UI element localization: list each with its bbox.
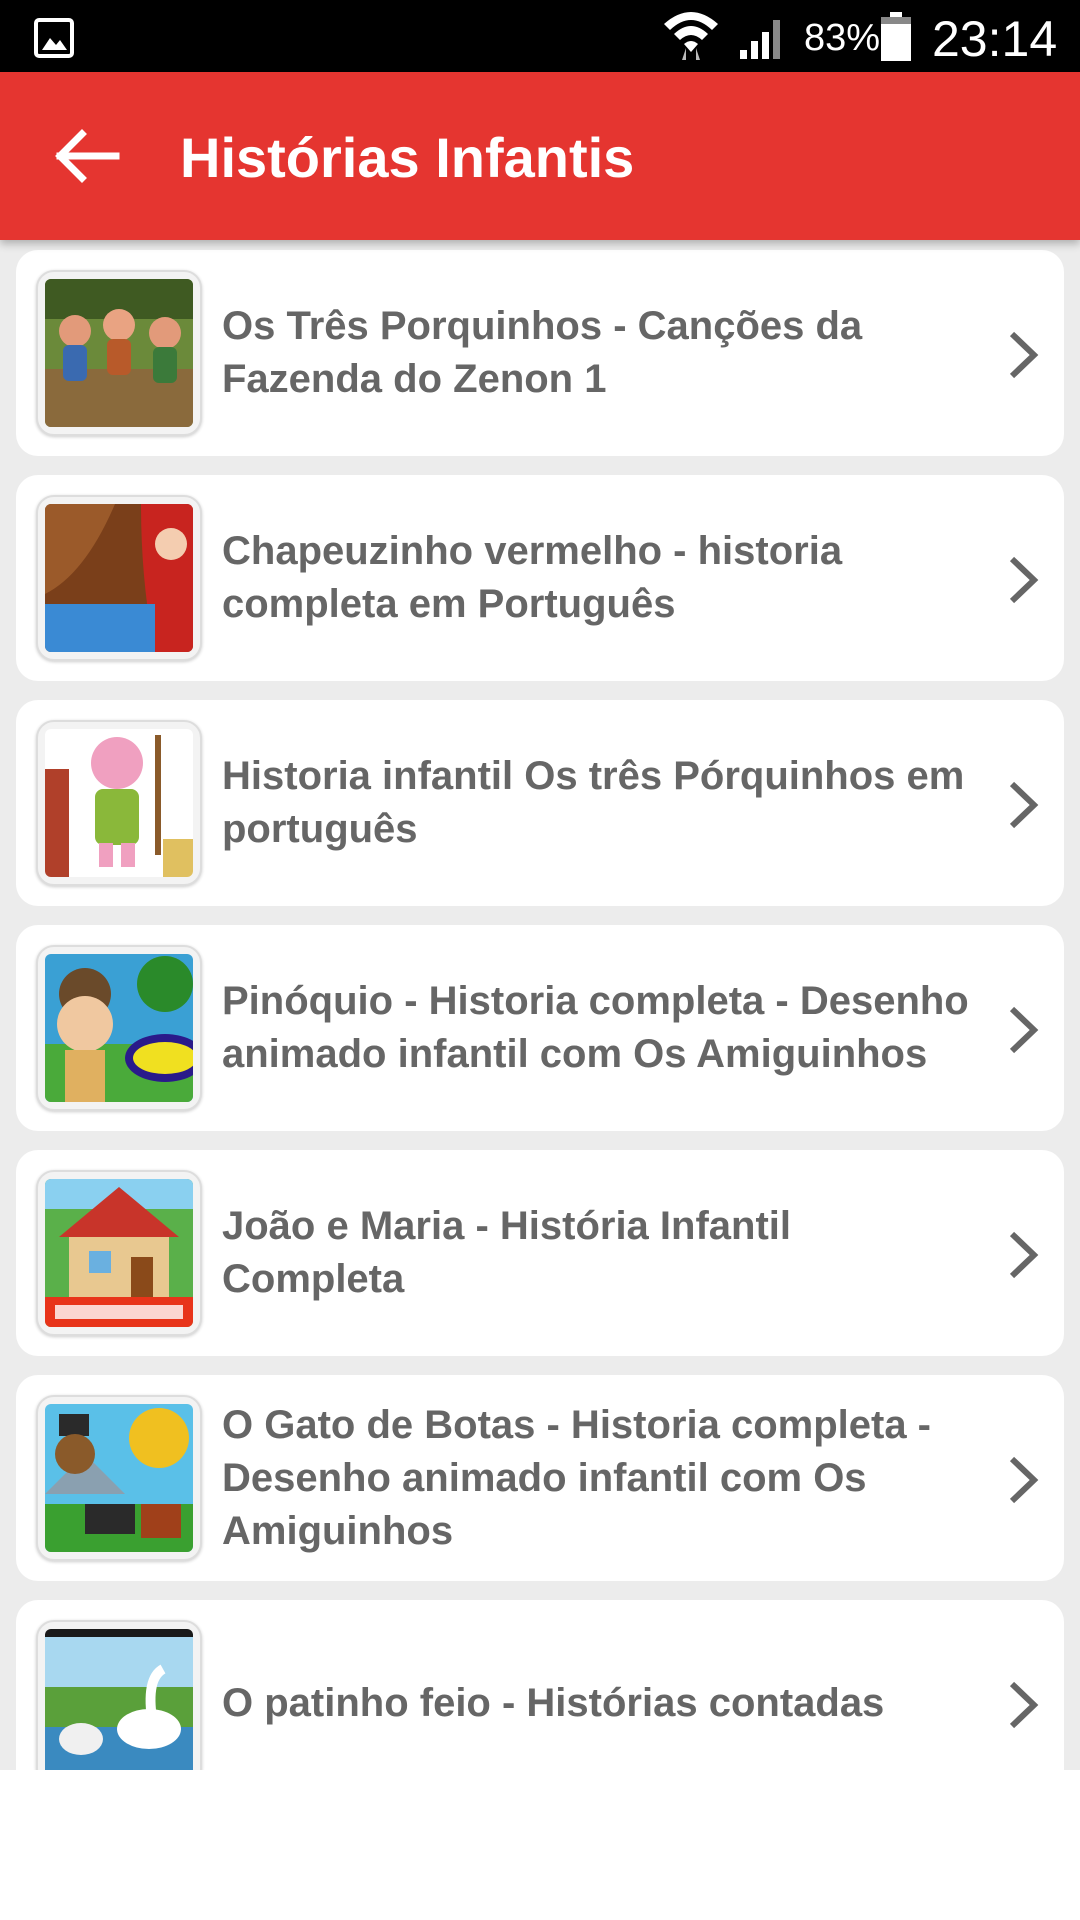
- page-title: Histórias Infantis: [180, 126, 635, 189]
- arrow-back-icon: [55, 129, 120, 183]
- thumbnail: [36, 270, 202, 436]
- thumbnail: [36, 720, 202, 886]
- red-riding-hood-thumbnail: [45, 504, 193, 652]
- wifi-icon: [664, 12, 718, 60]
- story-title: Chapeuzinho vermelho - historia completa…: [222, 529, 843, 626]
- three-pigs-dancing-thumbnail: [45, 279, 193, 427]
- thumbnail: [36, 1620, 202, 1770]
- gallery-icon: [34, 18, 74, 58]
- list-item[interactable]: Chapeuzinho vermelho - historia completa…: [16, 475, 1064, 681]
- battery-percent: 83%: [804, 17, 881, 59]
- puss-in-boots-thumbnail: [45, 1404, 193, 1552]
- thumbnail: [36, 945, 202, 1111]
- hansel-gretel-thumbnail: [45, 1179, 193, 1327]
- story-title: O Gato de Botas - Historia completa - De…: [222, 1402, 932, 1553]
- thumbnail: [36, 1170, 202, 1336]
- list-item[interactable]: Os Três Porquinhos - Canções da Fazenda …: [16, 250, 1064, 456]
- back-button[interactable]: [40, 116, 130, 196]
- story-title: Pinóquio - Historia completa - Desenho a…: [222, 979, 969, 1076]
- list-item[interactable]: João e Maria - História Infantil Complet…: [16, 1150, 1064, 1356]
- pig-farmer-thumbnail: [45, 729, 193, 877]
- battery-icon: [881, 12, 911, 61]
- story-list[interactable]: Os Três Porquinhos - Canções da Fazenda …: [0, 240, 1080, 1770]
- story-title: João e Maria - História Infantil Complet…: [222, 1204, 792, 1301]
- pinocchio-thumbnail: [45, 954, 193, 1102]
- chevron-right-icon: [1009, 1006, 1039, 1054]
- chevron-right-icon: [1009, 1456, 1039, 1504]
- story-title: Historia infantil Os três Pórquinhos em …: [222, 754, 965, 851]
- chevron-right-icon: [1009, 1231, 1039, 1279]
- story-title: O patinho feio - Histórias contadas: [222, 1680, 885, 1725]
- ugly-duckling-thumbnail: [45, 1629, 193, 1770]
- list-item[interactable]: O patinho feio - Histórias contadas: [16, 1600, 1064, 1770]
- story-title: Os Três Porquinhos - Canções da Fazenda …: [222, 304, 863, 401]
- thumbnail: [36, 495, 202, 661]
- thumbnail: [36, 1395, 202, 1561]
- clock: 23:14: [932, 11, 1058, 67]
- list-item[interactable]: Historia infantil Os três Pórquinhos em …: [16, 700, 1064, 906]
- chevron-right-icon: [1009, 556, 1039, 604]
- app-bar: Histórias Infantis: [0, 72, 1080, 240]
- list-item[interactable]: Pinóquio - Historia completa - Desenho a…: [16, 925, 1064, 1131]
- chevron-right-icon: [1009, 1681, 1039, 1729]
- status-bar: 83% 23:14: [0, 0, 1080, 72]
- signal-icon: [740, 20, 780, 59]
- list-item[interactable]: O Gato de Botas - Historia completa - De…: [16, 1375, 1064, 1581]
- chevron-right-icon: [1009, 331, 1039, 379]
- chevron-right-icon: [1009, 781, 1039, 829]
